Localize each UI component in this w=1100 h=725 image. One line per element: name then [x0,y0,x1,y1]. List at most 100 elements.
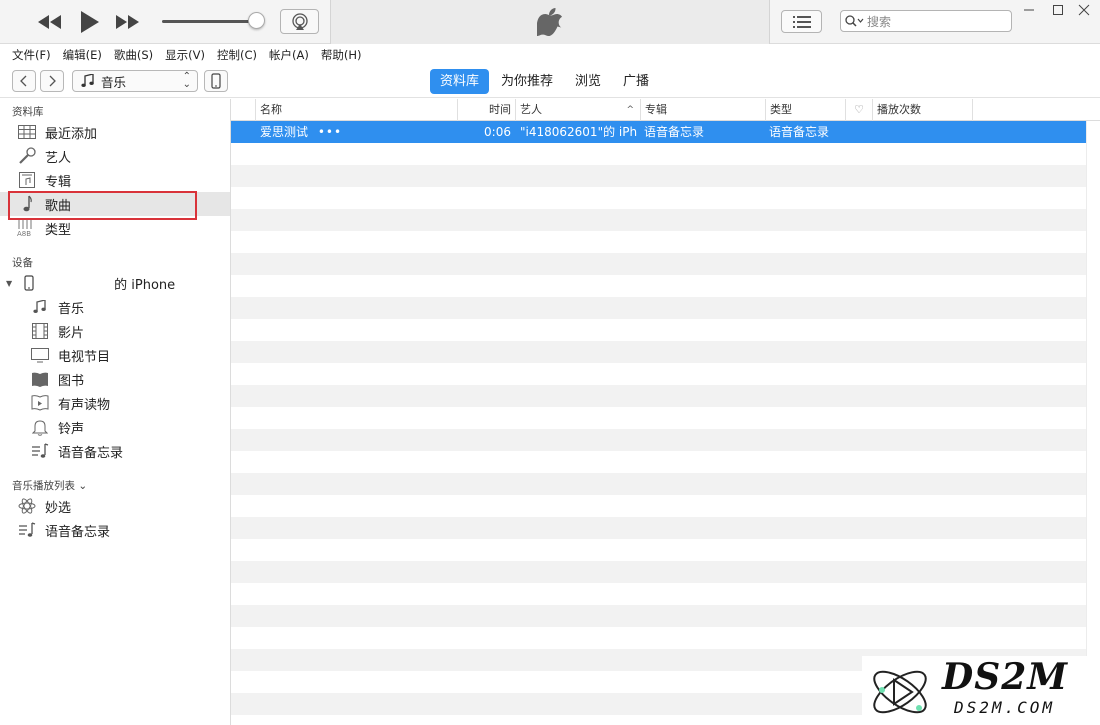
chevron-right-icon [49,75,56,87]
sidebar-item-device-audiobooks[interactable]: 有声读物 [0,391,230,415]
airplay-button[interactable] [280,9,319,34]
music-note-icon [81,74,94,87]
rewind-button[interactable] [37,9,63,35]
column-header-love[interactable]: ♡ [845,99,872,121]
column-header-name[interactable]: 名称 [255,99,457,121]
library-tabs: 资料库 为你推荐 浏览 广播 [430,69,661,94]
tab-for-you[interactable]: 为你推荐 [491,69,563,94]
song-time: 0:06 [484,125,511,139]
fast-forward-icon [116,15,139,29]
sidebar-item-label: 音乐 [58,301,85,317]
voice-memo-icon [30,441,50,461]
device-button[interactable] [204,70,228,92]
media-type-label: 音乐 [101,74,127,90]
sidebar-device-iphone[interactable]: ▼ 的 iPhone [0,271,230,295]
sidebar-item-device-tv[interactable]: 电视节目 [0,343,230,367]
volume-knob[interactable] [248,12,265,29]
back-button[interactable] [12,70,36,92]
list-icon [792,15,811,28]
empty-row [231,605,1086,627]
grid-icon [17,122,37,142]
sidebar-item-label: 图书 [58,373,85,389]
disclosure-triangle-icon[interactable]: ▼ [6,279,12,288]
sidebar-item-label: 有声读物 [58,397,111,413]
sidebar-item-label: 语音备忘录 [45,524,111,540]
empty-row [231,429,1086,451]
tab-browse[interactable]: 浏览 [565,69,611,94]
apple-logo-icon [537,8,562,36]
empty-row [231,253,1086,275]
svg-text:A8B: A8B [17,230,31,237]
sidebar-item-device-movies[interactable]: 影片 [0,319,230,343]
empty-row [231,627,1086,649]
sidebar-item-label: 影片 [58,325,85,341]
sidebar-item-artists[interactable]: 艺人 [0,144,230,168]
microphone-icon [17,146,37,166]
sidebar-item-recently-added[interactable]: 最近添加 [0,120,230,144]
library-section-title: 资料库 [12,106,44,118]
menu-controls[interactable]: 控制(C) [217,47,257,63]
maximize-button[interactable] [1047,2,1069,18]
sidebar-item-device-voice-memos[interactable]: 语音备忘录 [0,439,230,463]
empty-row [231,297,1086,319]
sidebar-item-genius[interactable]: 妙选 [0,494,230,518]
empty-row [231,561,1086,583]
film-icon [30,321,50,341]
media-type-select[interactable]: 音乐 ⌃ ⌄ [72,70,198,92]
tab-library[interactable]: 资料库 [430,69,490,94]
forward-button[interactable] [40,70,64,92]
nav-bar: 音乐 ⌃ ⌄ 资料库 为你推荐 浏览 广播 [0,66,1100,98]
column-header-artist[interactable]: 艺人 ^ [515,99,640,121]
column-header-genre[interactable]: 类型 [765,99,845,121]
empty-row [231,517,1086,539]
empty-row [231,165,1086,187]
empty-row [231,275,1086,297]
watermark-text: DS2M [942,656,1069,698]
minimize-button[interactable] [1018,2,1040,18]
tab-radio[interactable]: 广播 [613,69,659,94]
column-header-time[interactable]: 时间 [457,99,515,121]
menu-help[interactable]: 帮助(H) [321,47,362,63]
audiobook-icon [30,393,50,413]
menu-song[interactable]: 歌曲(S) [114,47,153,63]
iphone-icon [19,273,39,293]
play-button[interactable] [76,9,102,35]
sidebar-item-albums[interactable]: 专辑 [0,168,230,192]
airplay-icon [291,12,308,30]
song-name: 爱思测试 ••• [260,121,410,143]
up-next-button[interactable] [781,10,822,33]
empty-row [231,473,1086,495]
sidebar-item-label: 专辑 [45,174,72,190]
empty-row [231,209,1086,231]
volume-slider[interactable] [162,20,258,23]
menu-file[interactable]: 文件(F) [12,47,51,63]
menu-account[interactable]: 帐户(A) [269,47,309,63]
fast-forward-button[interactable] [114,9,140,35]
select-arrows-icon: ⌃ ⌄ [182,71,191,90]
vertical-scrollbar[interactable] [1086,121,1100,725]
sidebar-item-playlist-voice-memos[interactable]: 语音备忘录 [0,518,230,542]
status-display [330,0,770,44]
column-header-album[interactable]: 专辑 [640,99,765,121]
empty-row [231,495,1086,517]
column-header-plays[interactable]: 播放次数 [872,99,972,121]
album-icon [17,170,37,190]
sidebar-item-device-music[interactable]: 音乐 [0,295,230,319]
sidebar-item-label: 最近添加 [45,126,98,142]
songs-table: 名称 时间 艺人 ^ 专辑 类型 ♡ 播放次数 爱思测试 ••• 0:06 "i… [231,99,1100,725]
sidebar-item-device-ringtones[interactable]: 铃声 [0,415,230,439]
menu-view[interactable]: 显示(V) [165,47,205,63]
menu-edit[interactable]: 编辑(E) [63,47,102,63]
table-row[interactable]: 爱思测试 ••• 0:06 "i418062601"的 iPh... 语音备忘录… [231,121,1086,143]
column-header-artist-label: 艺人 [520,103,542,116]
close-icon [1078,4,1090,16]
empty-row [231,187,1086,209]
sidebar-item-device-books[interactable]: 图书 [0,367,230,391]
rewind-icon [38,15,61,29]
close-button[interactable] [1073,2,1095,18]
empty-row [231,583,1086,605]
playlists-section-title[interactable]: 音乐播放列表 ⌄ [12,478,87,493]
empty-row [231,385,1086,407]
search-input[interactable]: 搜索 [840,10,1012,32]
more-options-button[interactable]: ••• [318,125,342,139]
